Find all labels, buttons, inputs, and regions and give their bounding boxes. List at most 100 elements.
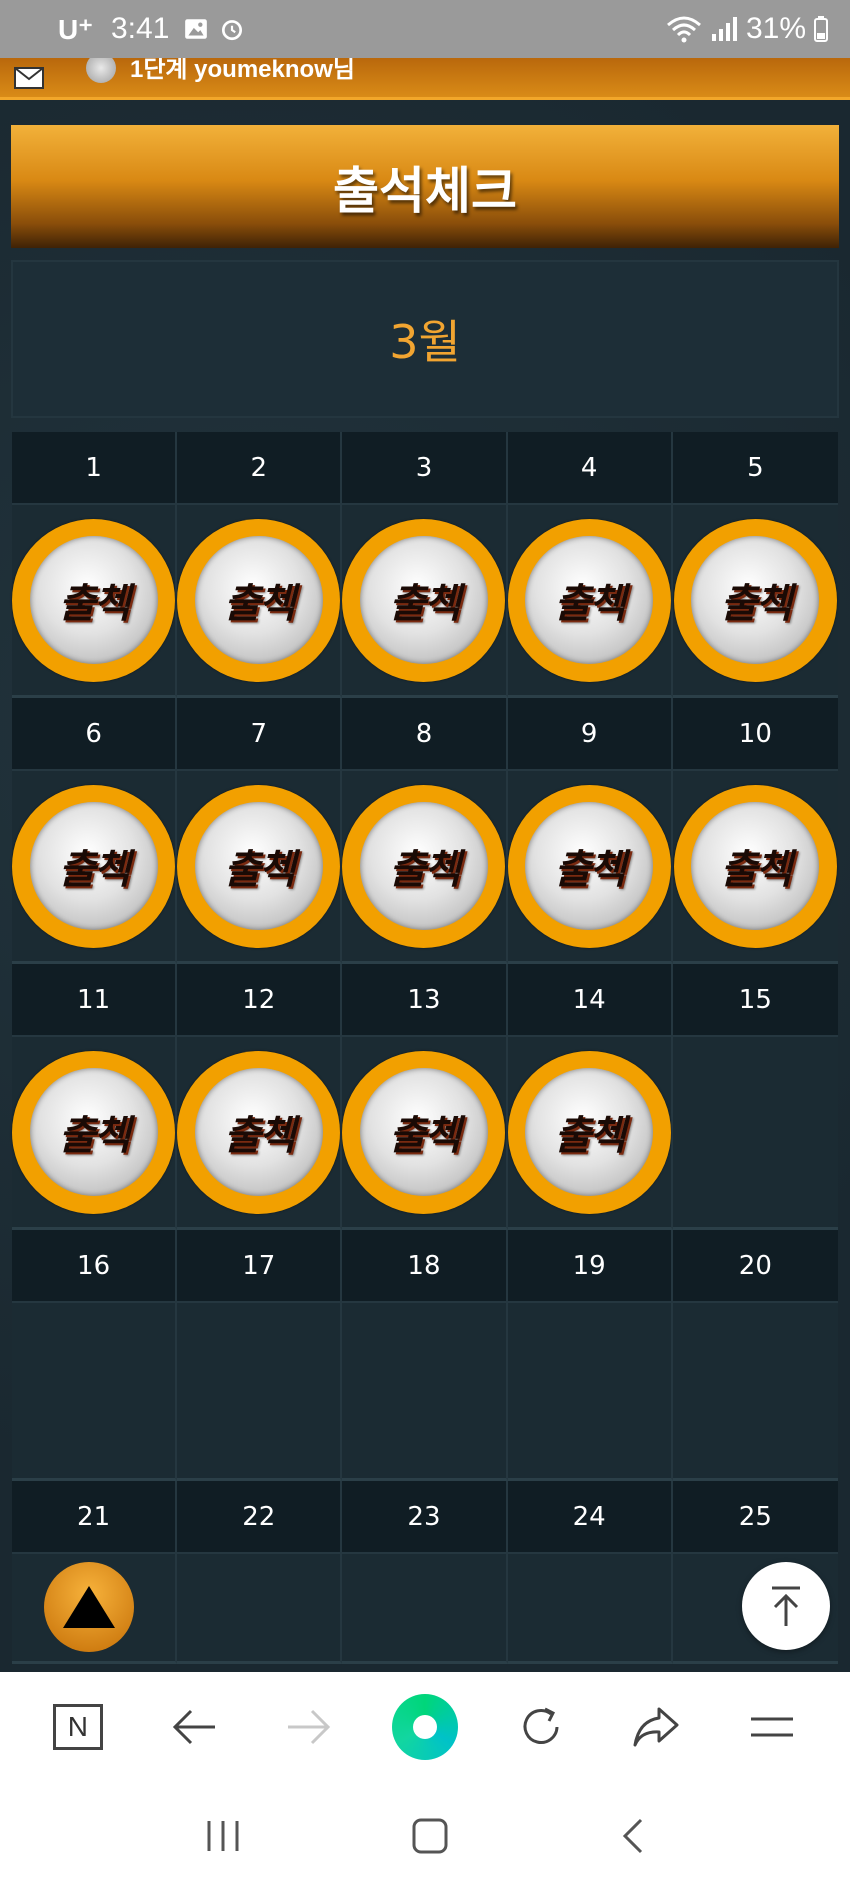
attendance-stamp-icon: 출첵 bbox=[342, 784, 506, 948]
clock: 3:41 bbox=[111, 12, 170, 45]
battery-icon bbox=[814, 16, 828, 42]
refresh-button[interactable] bbox=[506, 1692, 576, 1762]
stamp-label: 출첵 bbox=[58, 581, 131, 627]
forward-button[interactable] bbox=[274, 1692, 344, 1762]
scroll-top-button[interactable] bbox=[742, 1562, 830, 1650]
stamp-label: 출첵 bbox=[389, 847, 461, 893]
month-label: 3월 bbox=[11, 260, 839, 418]
attendance-stamp-icon: 출첵 bbox=[673, 784, 837, 948]
day-number: 11 bbox=[12, 964, 178, 1037]
page-title: 출석체크 bbox=[11, 125, 839, 248]
browser-toolbar: N bbox=[0, 1672, 850, 1782]
day-stamp-cell[interactable]: 출첵 bbox=[672, 505, 838, 698]
alarm-icon bbox=[222, 20, 243, 41]
day-stamp-cell[interactable]: 출첵 bbox=[507, 1037, 673, 1230]
naver-home-button[interactable]: N bbox=[43, 1692, 113, 1762]
gallery-icon bbox=[185, 19, 208, 39]
recent-apps-icon[interactable] bbox=[203, 1819, 243, 1853]
triangle-up-icon bbox=[63, 1586, 115, 1628]
day-stamp-cell[interactable] bbox=[12, 1303, 178, 1481]
scroll-up-button[interactable] bbox=[44, 1562, 134, 1652]
stamp-label: 출첵 bbox=[720, 847, 793, 893]
wifi-icon bbox=[666, 16, 701, 43]
user-strip: 1단계 youmeknow님 bbox=[0, 52, 850, 100]
attendance-stamp-icon: 출첵 bbox=[673, 518, 837, 682]
day-stamp-cell[interactable]: 출첵 bbox=[342, 771, 508, 964]
back-button[interactable] bbox=[159, 1692, 229, 1762]
day-stamp-cell[interactable] bbox=[672, 1303, 838, 1481]
calendar-stamp-row: 출첵 출첵 출첵 출첵 출첵 bbox=[12, 505, 838, 698]
status-right: 31% bbox=[666, 12, 828, 46]
day-number: 23 bbox=[342, 1481, 508, 1554]
stamp-inner-disc: 출첵 bbox=[525, 1068, 654, 1196]
day-stamp-cell[interactable]: 출첵 bbox=[672, 771, 838, 964]
attendance-calendar: 1 2 3 4 5 출첵 출첵 출첵 출첵 출첵 6 7 8 9 10 출첵 출첵 출첵 출첵 출첵 11 12 13 14 1… bbox=[12, 432, 838, 1664]
day-stamp-cell[interactable] bbox=[177, 1303, 343, 1481]
stamp-inner-disc: 출첵 bbox=[29, 802, 158, 930]
back-arrow-icon bbox=[172, 1709, 215, 1745]
day-number: 25 bbox=[672, 1481, 838, 1554]
menu-icon bbox=[751, 1717, 794, 1737]
day-stamp-cell[interactable] bbox=[672, 1037, 838, 1230]
day-number: 17 bbox=[177, 1230, 343, 1303]
green-dot-icon bbox=[391, 1694, 458, 1760]
calendar-day-number-row: 16 17 18 19 20 bbox=[12, 1230, 838, 1303]
back-nav-icon[interactable] bbox=[617, 1816, 647, 1856]
attendance-stamp-icon: 출첵 bbox=[12, 518, 176, 682]
mail-icon[interactable] bbox=[14, 66, 44, 89]
attendance-stamp-icon: 출첵 bbox=[507, 784, 671, 948]
attendance-stamp-icon: 출첵 bbox=[177, 784, 341, 948]
day-number: 8 bbox=[342, 698, 508, 771]
calendar-stamp-row: 출첵 출첵 출첵 출첵 출첵 bbox=[12, 771, 838, 964]
home-icon[interactable] bbox=[410, 1816, 450, 1856]
green-dot-button[interactable] bbox=[390, 1692, 460, 1762]
stamp-inner-disc: 출첵 bbox=[525, 802, 654, 930]
day-number: 7 bbox=[177, 698, 343, 771]
day-number: 5 bbox=[672, 432, 838, 505]
day-stamp-cell[interactable]: 출첵 bbox=[12, 1037, 178, 1230]
stamp-inner-disc: 출첵 bbox=[29, 536, 158, 664]
carrier-label: U⁺ bbox=[58, 13, 93, 45]
arrow-to-top-icon bbox=[772, 1586, 800, 1626]
day-stamp-cell[interactable]: 출첵 bbox=[177, 505, 343, 698]
day-stamp-cell[interactable] bbox=[507, 1303, 673, 1481]
day-stamp-cell[interactable]: 출첵 bbox=[12, 771, 178, 964]
day-stamp-cell[interactable]: 출첵 bbox=[507, 505, 673, 698]
share-button[interactable] bbox=[621, 1692, 691, 1762]
day-stamp-cell[interactable] bbox=[507, 1554, 673, 1664]
menu-button[interactable] bbox=[737, 1692, 807, 1762]
month-text: 3월 bbox=[389, 315, 461, 369]
day-stamp-cell[interactable]: 출첵 bbox=[342, 505, 508, 698]
day-number: 1 bbox=[12, 432, 178, 505]
naver-home-icon: N bbox=[52, 1704, 103, 1750]
day-stamp-cell[interactable]: 출첵 bbox=[177, 1037, 343, 1230]
day-stamp-cell[interactable]: 출첵 bbox=[177, 771, 343, 964]
stamp-label: 출첵 bbox=[389, 1113, 461, 1159]
day-number: 22 bbox=[177, 1481, 343, 1554]
day-stamp-cell[interactable] bbox=[342, 1303, 508, 1481]
day-number: 18 bbox=[342, 1230, 508, 1303]
stamp-label: 출첵 bbox=[58, 847, 131, 893]
day-number: 16 bbox=[12, 1230, 178, 1303]
day-stamp-cell[interactable]: 출첵 bbox=[507, 771, 673, 964]
day-number: 19 bbox=[507, 1230, 673, 1303]
day-number: 13 bbox=[342, 964, 508, 1037]
day-stamp-cell[interactable]: 출첵 bbox=[12, 505, 178, 698]
calendar-day-number-row: 12345 bbox=[12, 432, 838, 505]
stamp-label: 출첵 bbox=[223, 1113, 296, 1159]
day-stamp-cell[interactable] bbox=[177, 1554, 343, 1664]
share-icon bbox=[633, 1707, 679, 1747]
day-stamp-cell[interactable]: 출첵 bbox=[342, 1037, 508, 1230]
attendance-stamp-icon: 출첵 bbox=[342, 518, 506, 682]
calendar-stamp-row: 출첵 출첵 출첵 출첵 bbox=[12, 1037, 838, 1230]
stamp-label: 출첵 bbox=[554, 847, 626, 893]
day-number: 24 bbox=[507, 1481, 673, 1554]
calendar-day-number-row: 11 12 13 14 15 bbox=[12, 964, 838, 1037]
stamp-inner-disc: 출첵 bbox=[359, 536, 488, 664]
stamp-label: 출첵 bbox=[58, 1113, 131, 1159]
stamp-inner-disc: 출첵 bbox=[525, 536, 654, 664]
calendar-stamp-row bbox=[12, 1303, 838, 1481]
stamp-label: 출첵 bbox=[554, 581, 626, 627]
day-stamp-cell[interactable] bbox=[342, 1554, 508, 1664]
day-number: 20 bbox=[672, 1230, 838, 1303]
